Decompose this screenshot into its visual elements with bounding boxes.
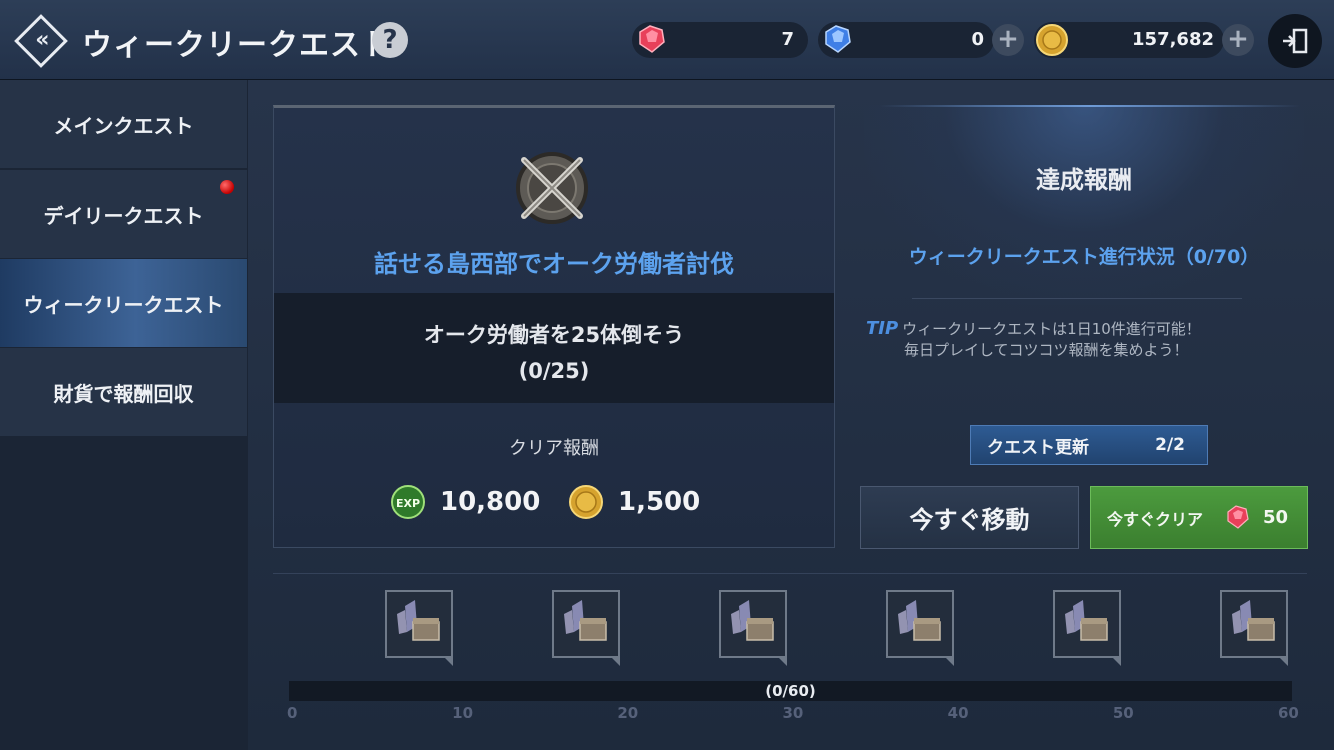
milestone-reward-box[interactable] — [886, 590, 954, 666]
add-gold-button[interactable]: + — [1222, 24, 1254, 56]
crystal-chest-icon — [397, 600, 440, 641]
divider — [912, 298, 1242, 299]
red-gem-icon — [1227, 505, 1249, 529]
achievement-divider-top — [880, 105, 1300, 107]
crystal-chest-icon — [1232, 600, 1275, 641]
blue-gem-icon — [825, 25, 851, 53]
milestone-reward-box[interactable] — [719, 590, 787, 666]
clear-reward-label: クリア報酬 — [509, 438, 599, 459]
gold-value: 1,500 — [618, 487, 701, 517]
achievement-title: 達成報酬 — [1036, 166, 1132, 194]
tip-label: TIP — [866, 318, 899, 339]
progress-bar-text: (0/60) — [765, 682, 816, 700]
sidebar-item-label: 財貨で報酬回収 — [53, 381, 194, 406]
red-gem-value: 7 — [781, 29, 794, 50]
gold-reward: 1,500 — [568, 482, 700, 522]
tip-line-1: ウィークリークエストは1日10件進行可能！ — [902, 320, 1201, 338]
quest-title: 話せる島西部でオーク労働者討伐 — [374, 250, 734, 278]
milestone-reward-box[interactable] — [1053, 590, 1121, 666]
progress-tick-label: 0 — [287, 704, 298, 722]
tip-line-2: 毎日プレイしてコツコツ報酬を集めよう！ — [904, 341, 1189, 359]
progress-tick-label: 50 — [1112, 704, 1134, 722]
help-icon[interactable]: ? — [372, 22, 408, 58]
quest-panel: 話せる島西部でオーク労働者討伐 オーク労働者を25体倒そう (0/25) クリア… — [273, 105, 835, 548]
gold-coin-icon — [569, 485, 603, 519]
svg-text:EXP: EXP — [396, 497, 420, 510]
milestone-reward-box[interactable] — [385, 590, 453, 666]
move-now-button[interactable]: 今すぐ移動 — [860, 486, 1079, 549]
sidebar-item-label: ウィークリークエスト — [23, 292, 224, 317]
sidebar-item-label: デイリークエスト — [43, 203, 204, 228]
progress-tick-label: 30 — [782, 704, 804, 722]
exit-button[interactable] — [1268, 14, 1322, 68]
crystal-chest-icon — [564, 600, 607, 641]
back-button[interactable]: « — [14, 14, 68, 68]
clear-cost: 50 — [1263, 507, 1289, 528]
exp-value: 10,800 — [440, 487, 541, 517]
gold-counter: 157,682 — [1034, 22, 1224, 58]
move-now-label: 今すぐ移動 — [909, 506, 1030, 534]
red-gem-icon — [639, 25, 665, 53]
clear-now-label: 今すぐクリア — [1107, 509, 1204, 529]
exit-door-icon — [1283, 28, 1308, 54]
exp-icon: EXP — [391, 485, 425, 519]
quest-goal-progress: (0/25) — [518, 359, 590, 383]
achievement-glow — [864, 105, 1304, 305]
quest-goal-box: オーク労働者を25体倒そう (0/25) — [274, 293, 834, 403]
crystal-chest-icon — [1065, 600, 1108, 641]
divider — [273, 573, 1307, 574]
sidebar-item-weekly-quest[interactable]: ウィークリークエスト — [0, 259, 247, 347]
crossed-swords-emblem-icon — [516, 152, 588, 224]
milestone-reward-box[interactable] — [1220, 590, 1288, 666]
red-gem-counter: 7 — [632, 22, 808, 58]
back-arrow-icon: « — [14, 14, 68, 68]
blue-gem-counter: 0 — [818, 22, 994, 58]
top-bar: « ウィークリークエスト ? 7 0 + 157,682 + — [0, 0, 1334, 80]
add-blue-gem-button[interactable]: + — [992, 24, 1024, 56]
tip-text: TIP ウィークリークエストは1日10件進行可能！ 毎日プレイしてコツコツ報酬を集… — [866, 318, 1306, 360]
weekly-progress-status: ウィークリークエスト進行状況（0/70） — [908, 246, 1260, 268]
clear-now-button[interactable]: 今すぐクリア 50 — [1090, 486, 1308, 549]
refresh-count: 2/2 — [1155, 435, 1185, 455]
quest-refresh-button[interactable]: クエスト更新 2/2 — [970, 425, 1208, 465]
exp-reward: EXP 10,800 — [390, 482, 540, 522]
crystal-chest-icon — [898, 600, 941, 641]
gold-value: 157,682 — [1132, 29, 1214, 50]
gold-coin-icon — [1036, 24, 1068, 56]
quest-goal: オーク労働者を25体倒そう — [423, 323, 685, 347]
sidebar-item-currency-reward[interactable]: 財貨で報酬回収 — [0, 348, 247, 436]
progress-tick-label: 60 — [1278, 704, 1299, 722]
milestone-reward-box[interactable] — [552, 590, 620, 666]
crystal-chest-icon — [731, 600, 774, 641]
blue-gem-value: 0 — [971, 29, 984, 50]
sidebar-item-daily-quest[interactable]: デイリークエスト — [0, 170, 247, 258]
page-title: ウィークリークエスト — [82, 28, 392, 63]
refresh-label: クエスト更新 — [987, 437, 1089, 458]
progress-tick-label: 10 — [452, 704, 474, 722]
progress-tick-label: 40 — [947, 704, 969, 722]
notification-dot — [220, 180, 234, 194]
weekly-progress-bar: (0/60) — [289, 681, 1292, 701]
sidebar-item-label: メインクエスト — [53, 113, 194, 138]
progress-tick-label: 20 — [617, 704, 639, 722]
sidebar-item-main-quest[interactable]: メインクエスト — [0, 80, 247, 168]
